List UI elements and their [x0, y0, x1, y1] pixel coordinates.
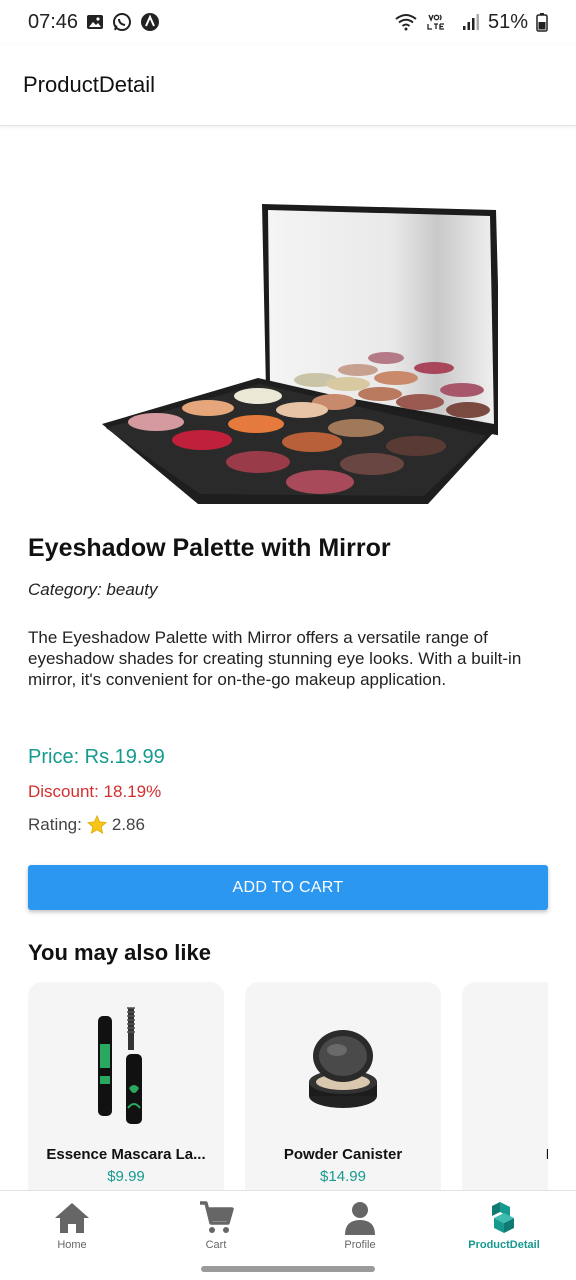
- volte-icon: [426, 13, 454, 31]
- nav-label: Profile: [344, 1239, 376, 1251]
- product-price: Price: Rs.19.99: [28, 746, 165, 768]
- product-detail-icon: [492, 1202, 514, 1233]
- status-left: 07:46: [28, 11, 160, 34]
- rating-label: Rating:: [28, 815, 82, 834]
- nav-label: Cart: [205, 1239, 227, 1251]
- recommendations-carousel[interactable]: Essence Mascara La... $9.99 Powder Canis…: [28, 982, 548, 1190]
- add-to-cart-button[interactable]: ADD TO CART: [28, 865, 548, 910]
- rating-value: 2.86: [111, 815, 145, 834]
- recommendation-card[interactable]: Red $1: [462, 982, 548, 1190]
- home-indicator[interactable]: [201, 1266, 375, 1272]
- powder-canister-image: [309, 1030, 377, 1108]
- product-discount: Discount: 18.19%: [28, 782, 162, 801]
- recommendation-name: Essence Mascara La...: [46, 1146, 206, 1163]
- nav-label: Home: [57, 1239, 87, 1251]
- product-image: [102, 204, 498, 504]
- nav-item-cart[interactable]: Cart: [144, 1199, 288, 1255]
- nav-item-profile[interactable]: Profile: [288, 1199, 432, 1255]
- nav-item-home[interactable]: Home: [0, 1199, 144, 1255]
- recommendation-card[interactable]: Powder Canister $14.99: [245, 982, 441, 1190]
- recommendation-name: Red: [462, 1146, 548, 1163]
- battery-icon: [536, 12, 548, 32]
- product-rating: Rating: 2.86: [28, 814, 145, 836]
- mascara-image: [98, 1007, 142, 1124]
- recommendation-price: $14.99: [320, 1168, 366, 1185]
- app-notification-icon: [140, 12, 160, 32]
- nav-label: ProductDetail: [468, 1239, 540, 1251]
- wifi-icon: [394, 13, 418, 31]
- recommendation-name: Powder Canister: [283, 1146, 403, 1163]
- lipstick-image: [510, 1004, 548, 1129]
- product-name: Eyeshadow Palette with Mirror: [28, 534, 391, 562]
- status-time: 07:46: [28, 10, 79, 33]
- status-right: 51%: [394, 11, 548, 34]
- whatsapp-icon: [112, 12, 132, 32]
- status-bar: 07:46 51%: [0, 0, 576, 44]
- gallery-icon: [86, 13, 104, 31]
- page-title: ProductDetail: [23, 71, 156, 97]
- recommendations-title: You may also like: [28, 940, 212, 965]
- battery-percentage: 51%: [487, 10, 528, 33]
- recommendation-price: $9.99: [107, 1168, 145, 1185]
- cart-icon: [200, 1201, 234, 1233]
- star-icon: [86, 814, 107, 835]
- app-bar: ProductDetail: [0, 44, 576, 126]
- signal-icon: [462, 13, 480, 31]
- recommendation-price: $1: [462, 1168, 548, 1185]
- recommendation-card[interactable]: Essence Mascara La... $9.99: [28, 982, 224, 1190]
- home-icon: [55, 1203, 89, 1233]
- nav-item-product-detail[interactable]: ProductDetail: [432, 1199, 576, 1255]
- product-description: The Eyeshadow Palette with Mirror offers…: [28, 628, 522, 689]
- product-category: Category: beauty: [28, 580, 158, 599]
- profile-icon: [345, 1202, 375, 1235]
